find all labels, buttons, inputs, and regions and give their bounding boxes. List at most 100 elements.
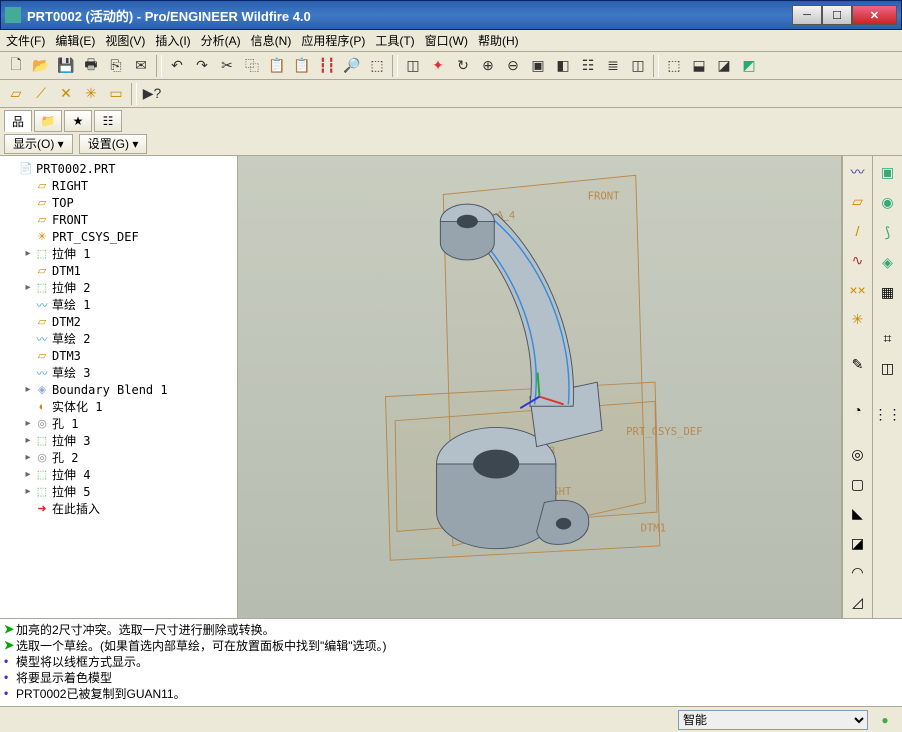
menu-file[interactable]: 文件(F) <box>6 32 45 49</box>
folder-tab[interactable]: 📁 <box>34 110 62 132</box>
expand-icon[interactable]: ▸ <box>22 384 34 395</box>
model-tree[interactable]: 📄PRT0002.PRT▱RIGHT▱TOP▱FRONT✳PRT_CSYS_DE… <box>0 156 237 618</box>
cut-icon[interactable]: ✂ <box>215 54 239 78</box>
tree-node[interactable]: ▸◎孔 1 <box>2 415 235 432</box>
paste2-icon[interactable]: 📋 <box>290 54 314 78</box>
spin-icon[interactable]: ↻ <box>451 54 475 78</box>
menu-window[interactable]: 窗口(W) <box>425 32 468 49</box>
tree-node[interactable]: ▸⬚拉伸 5 <box>2 483 235 500</box>
select-icon[interactable]: ⬚ <box>365 54 389 78</box>
tree-node[interactable]: ▱RIGHT <box>2 177 235 194</box>
annot-disp-icon[interactable]: ▭ <box>104 82 128 106</box>
copy-icon[interactable]: ⎘ <box>104 54 128 78</box>
undo-icon[interactable]: ↶ <box>165 54 189 78</box>
view2-icon[interactable]: ✦ <box>426 54 450 78</box>
rib-icon[interactable]: ◣ <box>846 502 870 525</box>
style-icon[interactable]: ◔ <box>846 398 870 421</box>
new-icon[interactable]: 🗋 <box>4 54 28 78</box>
tree-node[interactable]: 📄PRT0002.PRT <box>2 160 235 177</box>
menu-tools[interactable]: 工具(T) <box>375 32 414 49</box>
chamfer-icon[interactable]: ◿ <box>846 590 870 613</box>
menu-analysis[interactable]: 分析(A) <box>201 32 241 49</box>
maximize-button[interactable]: ☐ <box>822 5 852 25</box>
filter-select[interactable]: 智能 <box>678 710 868 730</box>
pattern-icon[interactable]: ⋮⋮ <box>876 402 900 426</box>
fav-tab[interactable]: ★ <box>64 110 92 132</box>
status-icon[interactable]: ● <box>874 710 896 730</box>
draft-icon[interactable]: ◪ <box>846 532 870 555</box>
save-icon[interactable]: 💾 <box>54 54 78 78</box>
zoomfit-icon[interactable]: ▣ <box>526 54 550 78</box>
close-button[interactable]: ✕ <box>852 5 897 25</box>
tree-node[interactable]: ▱DTM1 <box>2 262 235 279</box>
expand-icon[interactable]: ▸ <box>22 435 34 446</box>
axis-icon[interactable]: / <box>846 219 870 242</box>
point-disp-icon[interactable]: ✕ <box>54 82 78 106</box>
minimize-button[interactable]: ─ <box>792 5 822 25</box>
shell-icon[interactable]: ▢ <box>846 473 870 496</box>
hidden-icon[interactable]: ⬓ <box>687 54 711 78</box>
plane-disp-icon[interactable]: ▱ <box>4 82 28 106</box>
merge-icon[interactable]: ◫ <box>876 356 900 380</box>
help-icon[interactable]: ▶? <box>140 82 164 106</box>
menu-insert[interactable]: 插入(I) <box>155 32 190 49</box>
shade-icon[interactable]: ◩ <box>737 54 761 78</box>
blend-icon[interactable]: ◈ <box>876 250 900 274</box>
menu-edit[interactable]: 编辑(E) <box>55 32 95 49</box>
view1-icon[interactable]: ◫ <box>401 54 425 78</box>
revolve-icon[interactable]: ◉ <box>876 190 900 214</box>
expand-icon[interactable]: ▸ <box>22 486 34 497</box>
tree-node[interactable]: ▸⬚拉伸 4 <box>2 466 235 483</box>
expand-icon[interactable]: ▸ <box>22 282 34 293</box>
orient-icon[interactable]: ◧ <box>551 54 575 78</box>
redo-icon[interactable]: ↷ <box>190 54 214 78</box>
find-icon[interactable]: 🔎 <box>340 54 364 78</box>
annot-icon[interactable]: ✎ <box>846 353 870 376</box>
sketch-icon[interactable]: 〰 <box>846 160 870 183</box>
open-icon[interactable]: 📂 <box>29 54 53 78</box>
point-icon[interactable]: ×× <box>846 278 870 301</box>
menu-view[interactable]: 视图(V) <box>105 32 145 49</box>
tree-node[interactable]: ▸⬚拉伸 3 <box>2 432 235 449</box>
layer-icon[interactable]: ≣ <box>601 54 625 78</box>
tree-tab[interactable]: 品 <box>4 110 32 132</box>
regen-icon[interactable]: ┇┇ <box>315 54 339 78</box>
tree-node[interactable]: ▱FRONT <box>2 211 235 228</box>
tree-node[interactable]: 〰草绘 1 <box>2 296 235 313</box>
tree-node[interactable]: ▸⬚拉伸 2 <box>2 279 235 296</box>
hole-tool-icon[interactable]: ◎ <box>846 443 870 466</box>
menu-info[interactable]: 信息(N) <box>251 32 292 49</box>
tree-node[interactable]: ◐实体化 1 <box>2 398 235 415</box>
settings-dropdown[interactable]: 设置(G) ▾ <box>79 134 148 154</box>
extrude-icon[interactable]: ▣ <box>876 160 900 184</box>
layer-tab[interactable]: ☷ <box>94 110 122 132</box>
tree-node[interactable]: ▱DTM2 <box>2 313 235 330</box>
boundary-icon[interactable]: ▦ <box>876 280 900 304</box>
tree-node[interactable]: ▱DTM3 <box>2 347 235 364</box>
menu-app[interactable]: 应用程序(P) <box>301 32 365 49</box>
round-icon[interactable]: ◠ <box>846 561 870 584</box>
expand-icon[interactable]: ▸ <box>22 469 34 480</box>
mirror-icon[interactable]: ⌗ <box>876 326 900 350</box>
zoomin-icon[interactable]: ⊕ <box>476 54 500 78</box>
tree-node[interactable]: ▸◈Boundary Blend 1 <box>2 381 235 398</box>
message-area[interactable]: ➤加亮的2尺寸冲突。选取一尺寸进行删除或转换。➤选取一个草绘。(如果首选内部草绘… <box>0 618 902 706</box>
copy2-icon[interactable]: ⿻ <box>240 54 264 78</box>
expand-icon[interactable]: ▸ <box>22 418 34 429</box>
expand-icon[interactable]: ▸ <box>22 248 34 259</box>
tree-node[interactable]: ✳PRT_CSYS_DEF <box>2 228 235 245</box>
expand-icon[interactable]: ▸ <box>22 452 34 463</box>
tree-node[interactable]: ▱TOP <box>2 194 235 211</box>
tree-node[interactable]: ➜在此插入 <box>2 500 235 517</box>
tree-node[interactable]: 〰草绘 3 <box>2 364 235 381</box>
3d-viewport[interactable]: FRONT DTM3 DTM1 RIGHT TOP PRT_CSYS_DEF A… <box>238 156 842 618</box>
viewmgr-icon[interactable]: ◫ <box>626 54 650 78</box>
sweep-icon[interactable]: ⟆ <box>876 220 900 244</box>
tree-node[interactable]: 〰草绘 2 <box>2 330 235 347</box>
mail-icon[interactable]: ✉ <box>129 54 153 78</box>
tree-node[interactable]: ▸◎孔 2 <box>2 449 235 466</box>
zoomout-icon[interactable]: ⊖ <box>501 54 525 78</box>
paste-icon[interactable]: 📋 <box>265 54 289 78</box>
curve-icon[interactable]: ∿ <box>846 248 870 271</box>
menu-help[interactable]: 帮助(H) <box>478 32 519 49</box>
